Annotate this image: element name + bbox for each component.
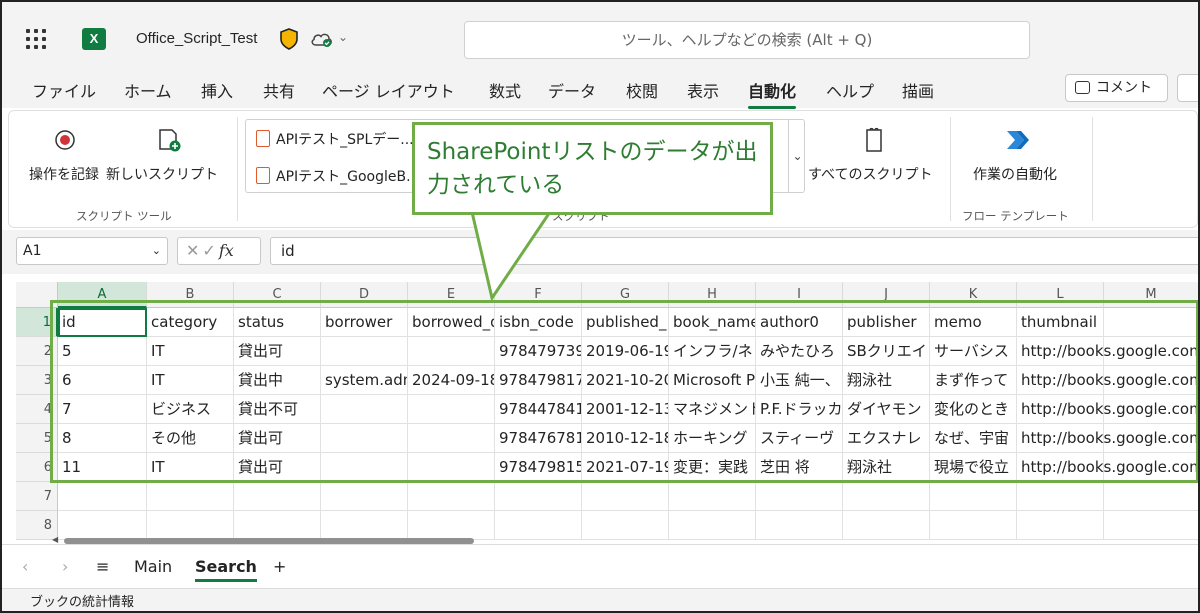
tab-insert[interactable]: 挿入 [201,78,233,102]
tab-automate[interactable]: 自動化 [748,78,797,109]
cell-d8[interactable] [321,511,408,540]
all-sheets-menu-icon[interactable]: ≡ [96,557,109,576]
excel-logo-icon: X [82,28,106,50]
script-name: APIテスト_SPLデー... [276,132,414,148]
cell-d7[interactable] [321,482,408,511]
cell-m8[interactable] [1104,511,1198,540]
sheet-tab-bar: ‹ › ≡ Main Search + [2,544,1198,588]
cell-h8[interactable] [669,511,756,540]
cell-b8[interactable] [147,511,234,540]
ribbon-separator [1092,117,1093,221]
script-name: APIテスト_GoogleB... [276,169,420,185]
sensitivity-shield-icon[interactable] [279,28,299,50]
formula-input[interactable]: id [270,237,1198,265]
tab-help[interactable]: ヘルプ [826,78,874,102]
app-launcher-icon[interactable] [26,29,46,49]
annotation-callout: SharePointリストのデータが出力されている [412,122,773,215]
cell-a8[interactable] [58,511,147,540]
cell-h7[interactable] [669,482,756,511]
search-input[interactable]: ツール、ヘルプなどの検索 (Alt + Q) [464,21,1030,59]
comment-label: コメント [1096,80,1152,96]
sheet-tab-main[interactable]: Main [134,557,172,576]
cell-g7[interactable] [582,482,669,511]
flow-templates-group-label: フロー テンプレート [962,209,1069,223]
add-sheet-button[interactable]: + [273,557,286,576]
formula-actions: ✕✓fx [177,237,261,265]
cell-i8[interactable] [756,511,843,540]
workbook-statistics-link[interactable]: ブックの統計情報 [30,595,134,610]
tab-page-layout[interactable]: ページ レイアウト [322,78,455,102]
title-bar: X Office_Script_Test ⌄ ツール、ヘルプなどの検索 (Alt… [2,2,1198,70]
name-box[interactable]: A1 ⌄ [16,237,168,265]
tab-formulas[interactable]: 数式 [489,78,521,102]
excel-window: X Office_Script_Test ⌄ ツール、ヘルプなどの検索 (Alt… [0,0,1200,613]
record-actions-button[interactable]: 操作を記録 [29,164,99,184]
script-file-icon [256,167,270,184]
cell-e8[interactable] [408,511,495,540]
tab-view[interactable]: 表示 [687,78,719,102]
tab-review[interactable]: 校閲 [626,78,658,102]
comment-icon [1075,81,1090,94]
ribbon-separator [950,117,951,221]
tab-data[interactable]: データ [548,78,596,102]
cell-k8[interactable] [930,511,1017,540]
script-item[interactable]: APIテスト_SPLデー... [256,129,414,149]
cell-l7[interactable] [1017,482,1104,511]
cell-f7[interactable] [495,482,582,511]
gallery-expand-chevron-icon[interactable]: ⌄ [788,119,806,193]
cell-c8[interactable] [234,511,321,540]
cell-j8[interactable] [843,511,930,540]
all-scripts-icon [866,127,882,152]
scroll-right-icon[interactable]: › [62,557,68,576]
formula-bar: A1 ⌄ ✕✓fx id [2,230,1198,274]
tab-draw[interactable]: 描画 [902,78,934,102]
new-script-icon [159,129,181,152]
data-highlight-box [50,300,1198,483]
cell-l8[interactable] [1017,511,1104,540]
status-bar: ブックの統計情報 [2,588,1198,611]
cell-f8[interactable] [495,511,582,540]
all-scripts-button[interactable]: すべてのスクリプト [808,164,932,184]
cell-b7[interactable] [147,482,234,511]
scroll-left-arrow-icon[interactable]: ◀ [52,535,58,544]
confirm-icon[interactable]: ✓ [202,241,218,260]
script-item[interactable]: APIテスト_GoogleB... [256,166,419,186]
tab-file[interactable]: ファイル [32,78,96,102]
script-tools-group-label: スクリプト ツール [76,209,172,223]
record-icon [55,130,75,150]
row-header-7[interactable]: 7 [16,482,58,511]
cell-m7[interactable] [1104,482,1198,511]
cell-a7[interactable] [58,482,147,511]
sheet-tab-search[interactable]: Search [195,557,257,582]
editing-mode-button[interactable] [1177,74,1198,102]
chevron-down-icon[interactable]: ⌄ [338,30,348,44]
ribbon-tabs: ファイル ホーム 挿入 共有 ページ レイアウト 数式 データ 校閲 表示 自動… [2,70,1198,109]
cloud-saved-icon[interactable] [310,30,334,48]
tab-home[interactable]: ホーム [124,78,172,102]
automate-work-button[interactable]: 作業の自動化 [973,164,1057,184]
new-script-button[interactable]: 新しいスクリプト [106,164,218,184]
cell-i7[interactable] [756,482,843,511]
ribbon-separator [237,117,238,221]
document-title[interactable]: Office_Script_Test [136,30,257,47]
tab-share[interactable]: 共有 [263,78,295,102]
cell-j7[interactable] [843,482,930,511]
chevron-down-icon[interactable]: ⌄ [152,238,161,264]
cell-g8[interactable] [582,511,669,540]
cell-k7[interactable] [930,482,1017,511]
scroll-left-icon[interactable]: ‹ [22,557,28,576]
cell-c7[interactable] [234,482,321,511]
script-file-icon [256,130,270,147]
comment-button[interactable]: コメント [1065,74,1168,102]
cell-e7[interactable] [408,482,495,511]
insert-function-icon[interactable]: fx [219,241,234,260]
name-box-value: A1 [23,243,42,259]
cancel-icon[interactable]: ✕ [186,241,202,260]
power-automate-icon [1007,131,1029,149]
